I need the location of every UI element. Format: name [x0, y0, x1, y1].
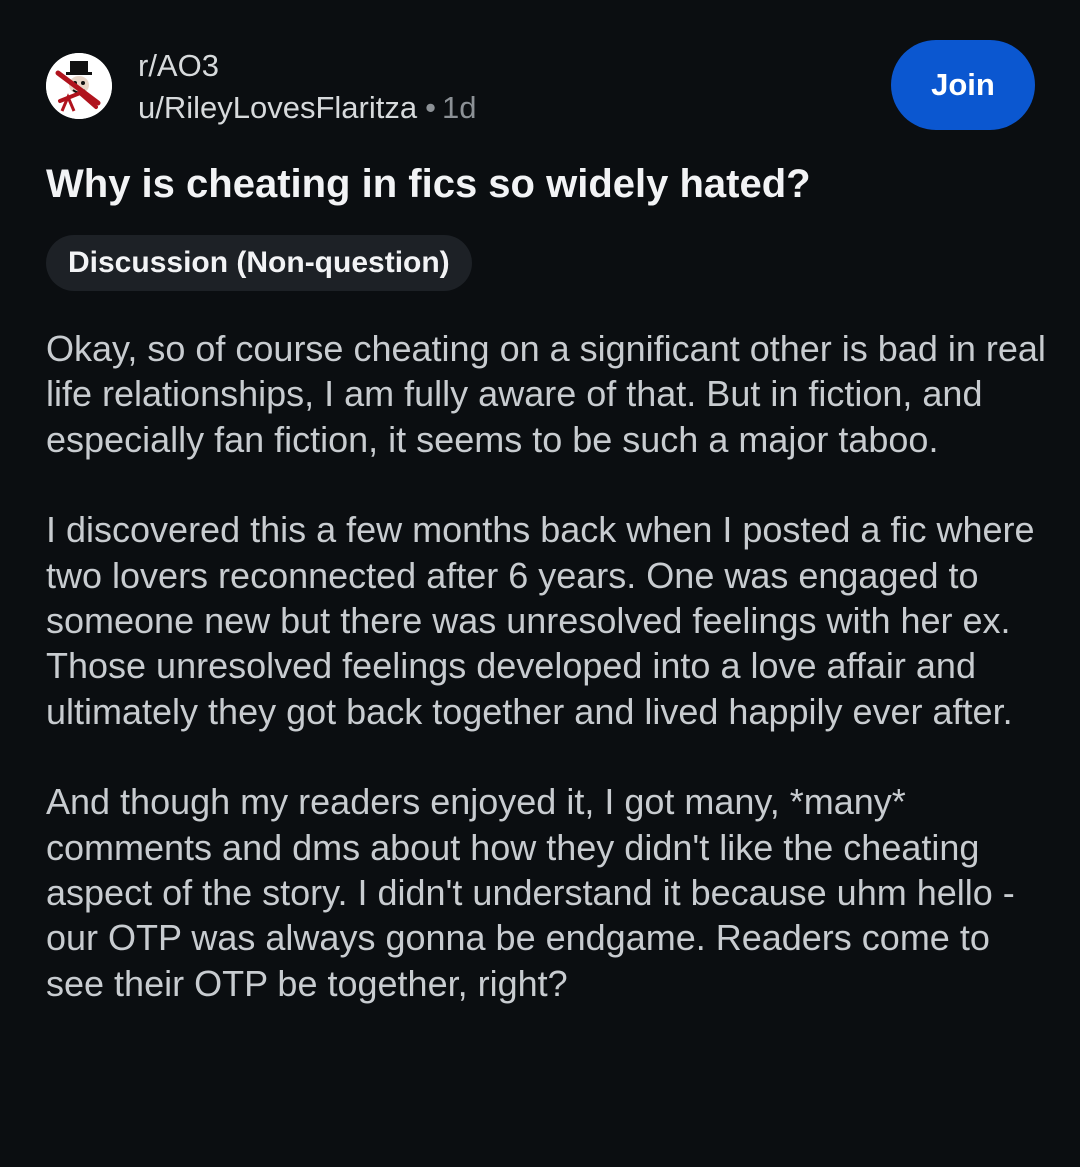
meta-separator: • [425, 90, 436, 125]
post-header: r/AO3 u/RileyLovesFlaritza • 1d Join [46, 40, 1036, 136]
post-paragraph: Okay, so of course cheating on a signifi… [46, 328, 1046, 460]
post-title: Why is cheating in fics so widely hated? [46, 162, 811, 206]
post-paragraph: And though my readers enjoyed it, I got … [46, 781, 1015, 1004]
author-name[interactable]: u/RileyLovesFlaritza [138, 90, 417, 125]
join-button[interactable]: Join [891, 40, 1035, 130]
post-paragraph: I discovered this a few months back when… [46, 509, 1035, 732]
subreddit-name[interactable]: r/AO3 [138, 48, 219, 84]
post-flair[interactable]: Discussion (Non-question) [46, 235, 472, 291]
subreddit-avatar-icon[interactable] [46, 53, 112, 119]
post-meta: u/RileyLovesFlaritza • 1d [138, 90, 476, 126]
post-age: 1d [441, 90, 477, 125]
post-body: Okay, so of course cheating on a signifi… [46, 326, 1046, 1051]
